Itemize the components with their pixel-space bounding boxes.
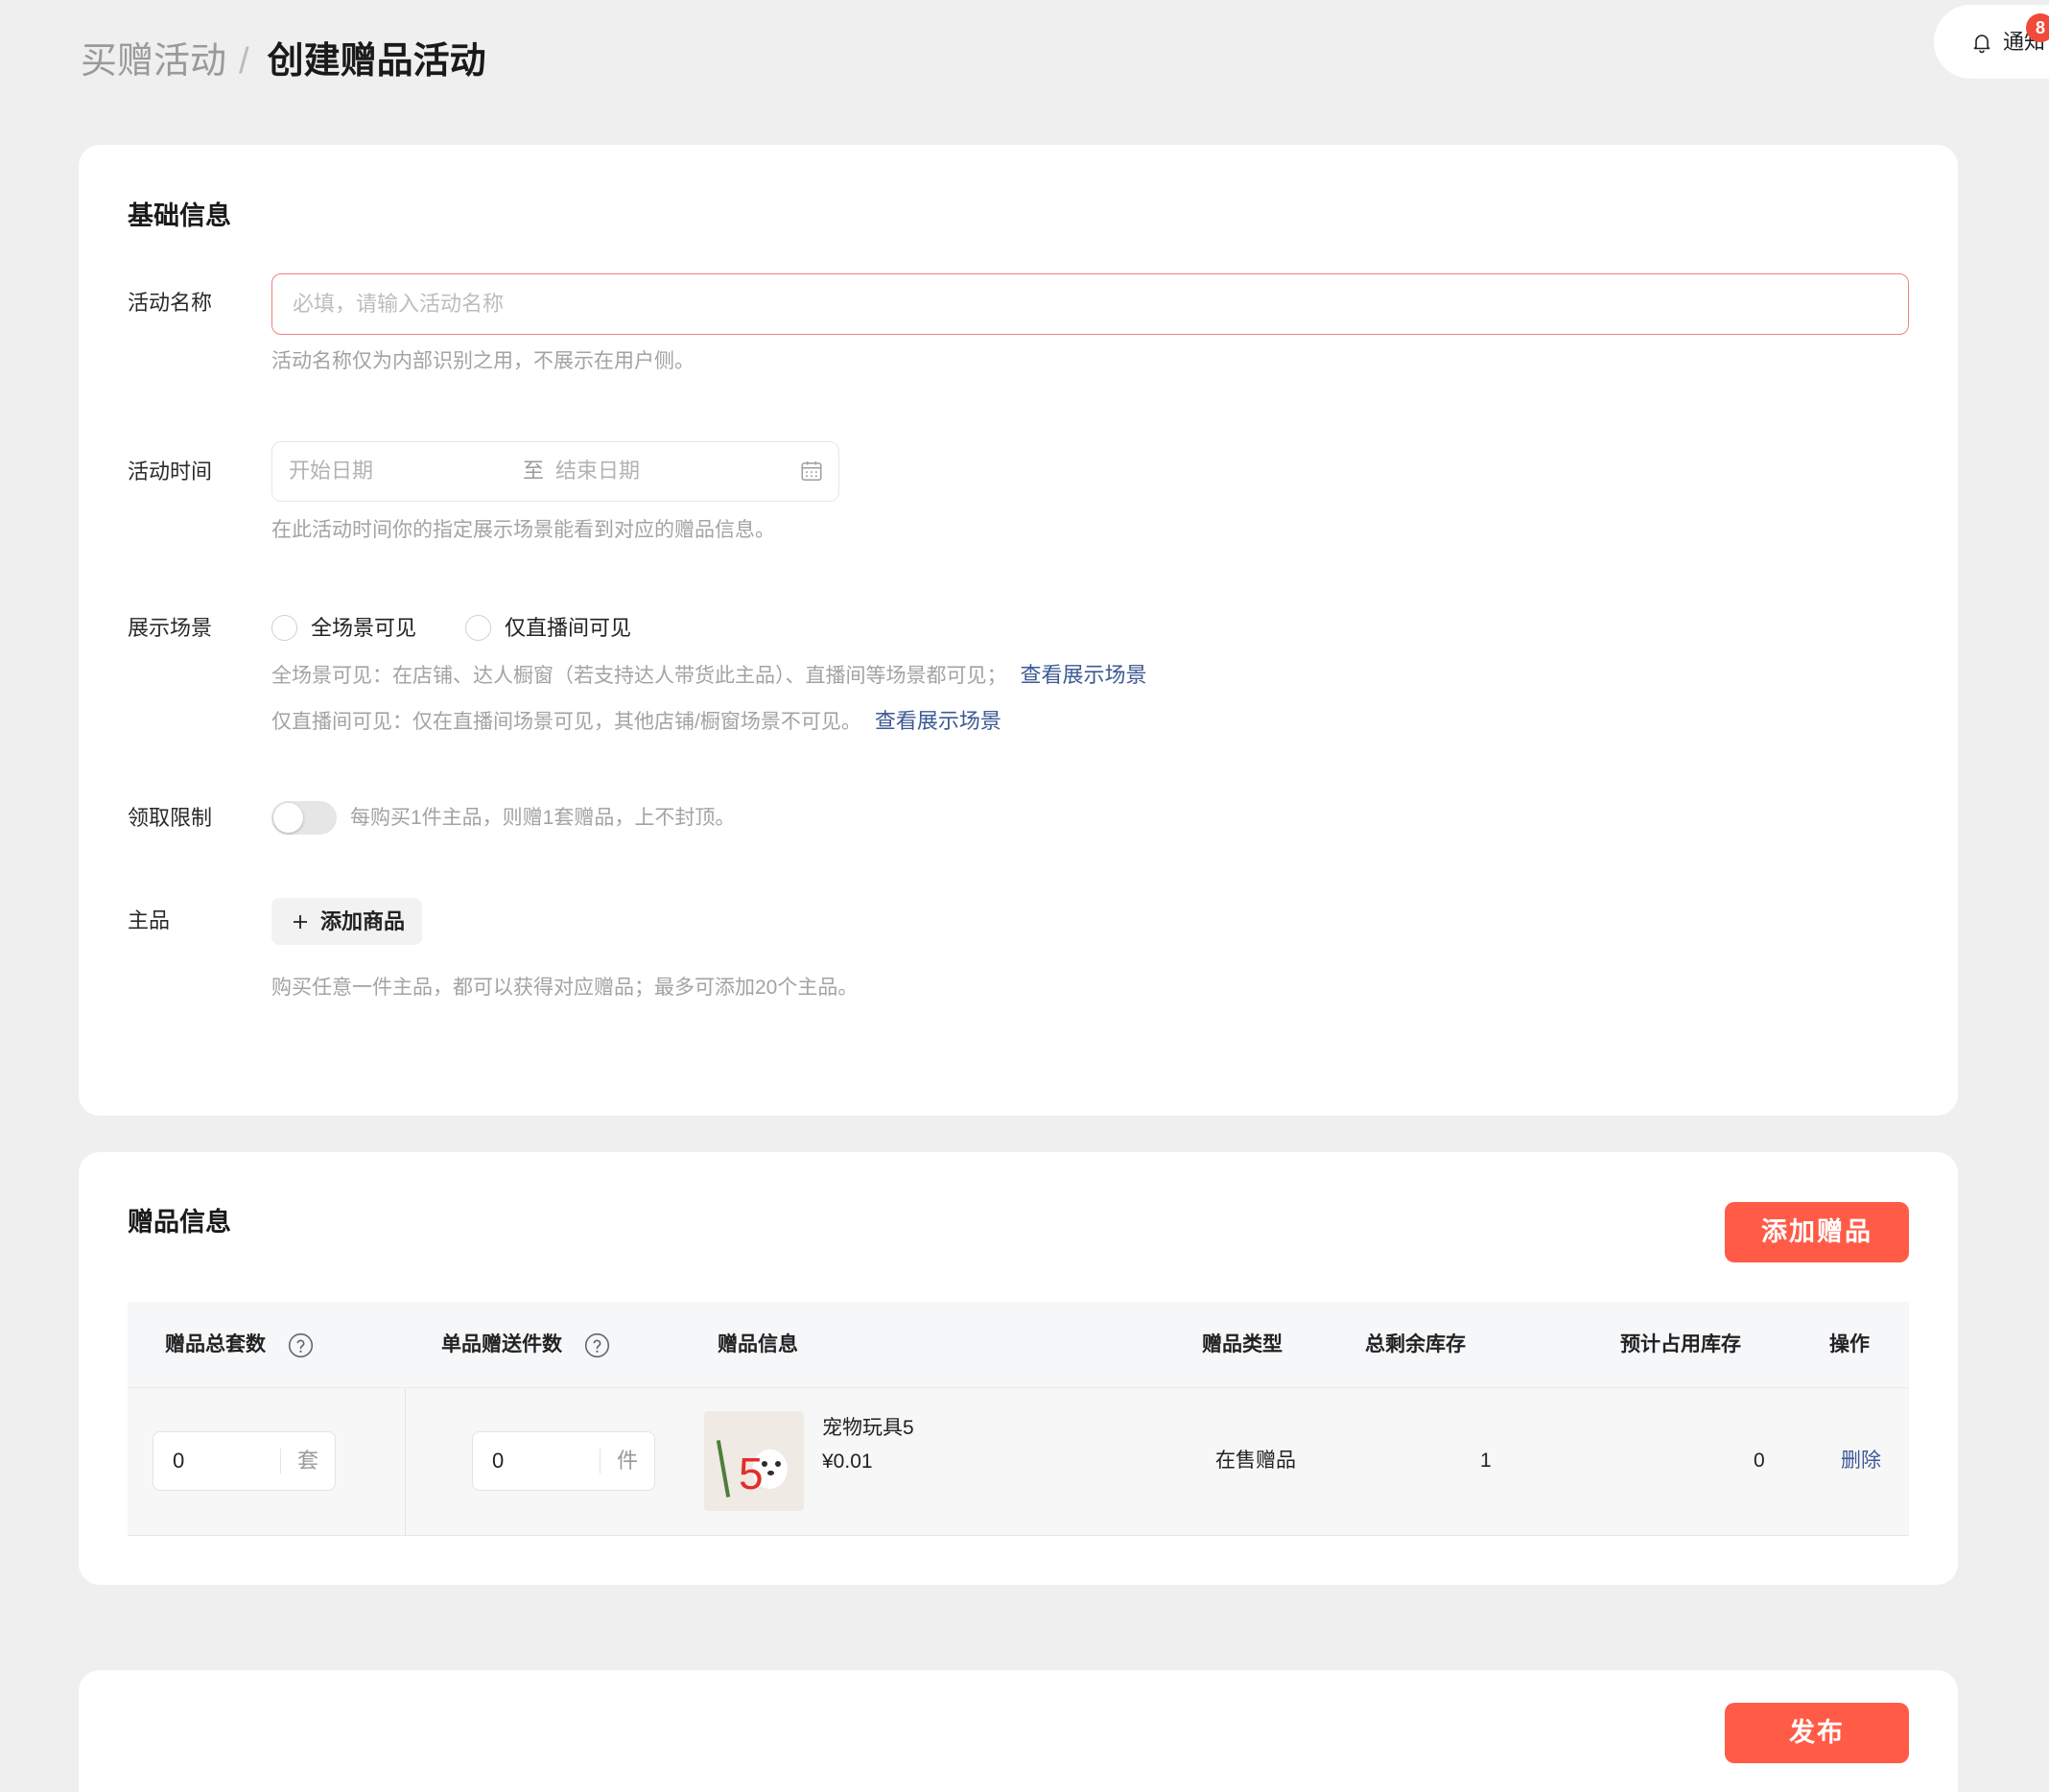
activity-time-help: 在此活动时间你的指定展示场景能看到对应的赠品信息。 <box>271 519 775 541</box>
per-item-count-unit: 件 <box>617 1449 639 1473</box>
input-divider <box>280 1449 281 1474</box>
column-divider <box>405 1388 406 1535</box>
column-header-remaining-stock: 总剩余库存 <box>1365 1333 1466 1356</box>
gift-type: 在售赠品 <box>1215 1450 1296 1472</box>
activity-time-label: 活动时间 <box>128 460 213 483</box>
thumbnail-detail <box>716 1440 731 1497</box>
radio-all-scenes[interactable] <box>271 615 297 641</box>
question-circle-icon[interactable] <box>288 1332 314 1358</box>
total-sets-value: 0 <box>173 1449 185 1473</box>
activity-name-help: 活动名称仅为内部识别之用，不展示在用户侧。 <box>271 350 695 372</box>
claim-limit-label: 领取限制 <box>128 806 213 830</box>
breadcrumb-separator: / <box>239 41 249 82</box>
view-scene-link[interactable]: 查看展示场景 <box>875 709 1001 733</box>
per-item-count-value: 0 <box>492 1449 505 1473</box>
table-header: 赠品总套数 单品赠送件数 赠品信息 赠品类型 总剩余库存 预计占用库存 操作 <box>128 1302 1909 1388</box>
add-gift-button[interactable]: 添加赠品 <box>1725 1202 1909 1262</box>
per-item-count-input[interactable]: 0 件 <box>472 1431 655 1491</box>
thumbnail-overlay-number: 5 <box>739 1449 764 1498</box>
scene-help-text: 全场景可见：在店铺、达人橱窗（若支持达人带货此主品）、直播间等场景都可见； <box>271 665 1007 687</box>
claim-limit-toggle[interactable] <box>271 801 337 835</box>
delete-gift-link[interactable]: 删除 <box>1841 1447 1881 1475</box>
gift-info-title: 赠品信息 <box>128 1208 231 1237</box>
add-product-button[interactable]: 添加商品 <box>271 898 422 945</box>
gift-name: 宠物玩具5 <box>822 1417 914 1439</box>
estimated-stock: 0 <box>1754 1450 1765 1472</box>
display-scene-label: 展示场景 <box>128 616 213 640</box>
input-divider <box>600 1449 601 1474</box>
question-circle-icon[interactable] <box>584 1332 610 1358</box>
scene-help-text: 仅直播间可见：仅在直播间场景可见，其他店铺/橱窗场景不可见。 <box>271 711 861 733</box>
page-title: 创建赠品活动 <box>267 41 486 82</box>
scene-help-line: 全场景可见：在店铺、达人橱窗（若支持达人带货此主品）、直播间等场景都可见； 查看展… <box>271 661 1147 691</box>
basic-info-card: 基础信息 活动名称 活动名称仅为内部识别之用，不展示在用户侧。 活动时间 开始日… <box>79 145 1958 1116</box>
view-scene-link[interactable]: 查看展示场景 <box>1021 663 1147 687</box>
thumbnail-detail <box>767 1471 774 1475</box>
publish-button[interactable]: 发布 <box>1725 1703 1909 1763</box>
end-date-input[interactable]: 结束日期 <box>555 442 640 500</box>
remaining-stock: 1 <box>1480 1450 1492 1472</box>
breadcrumb-parent-link[interactable]: 买赠活动 <box>81 41 226 82</box>
gift-table: 赠品总套数 单品赠送件数 赠品信息 赠品类型 总剩余库存 预计占用库存 操作 0 <box>128 1302 1909 1536</box>
column-header-gift-info: 赠品信息 <box>718 1333 798 1356</box>
notification-badge: 8 <box>2026 13 2049 42</box>
toggle-knob <box>273 803 303 833</box>
total-sets-unit: 套 <box>297 1449 319 1473</box>
activity-name-input[interactable] <box>271 273 1909 335</box>
column-header-total-sets: 赠品总套数 <box>165 1333 266 1356</box>
gift-info-card: 赠品信息 添加赠品 赠品总套数 单品赠送件数 赠品信息 赠品类型 总剩余库存 预… <box>79 1152 1958 1585</box>
radio-all-scenes-label[interactable]: 全场景可见 <box>311 614 416 643</box>
footer-bar: 发布 <box>79 1670 1958 1792</box>
plus-icon <box>294 915 307 929</box>
breadcrumb: 买赠活动 / 创建赠品活动 <box>81 36 486 86</box>
main-product-label: 主品 <box>128 908 171 932</box>
main-product-help: 购买任意一件主品，都可以获得对应赠品；最多可添加20个主品。 <box>271 977 859 999</box>
date-range-picker[interactable]: 开始日期 至 结束日期 <box>271 441 839 502</box>
notification-button[interactable]: 通知 8 <box>1934 5 2049 79</box>
gift-price: ¥0.01 <box>822 1450 873 1473</box>
thumbnail-detail <box>775 1461 781 1467</box>
claim-limit-description: 每购买1件主品，则赠1套赠品，上不封顶。 <box>350 807 736 829</box>
activity-name-label: 活动名称 <box>128 291 213 315</box>
column-header-estimated-stock: 预计占用库存 <box>1620 1333 1741 1356</box>
column-header-gift-type: 赠品类型 <box>1202 1333 1283 1356</box>
column-header-actions: 操作 <box>1829 1333 1870 1356</box>
add-product-label: 添加商品 <box>320 909 406 933</box>
total-sets-input[interactable]: 0 套 <box>153 1431 336 1491</box>
scene-help-line: 仅直播间可见：仅在直播间场景可见，其他店铺/橱窗场景不可见。 查看展示场景 <box>271 707 1001 737</box>
table-row: 0 套 0 件 5 宠物玩具5 ¥0.01 在售赠品 1 0 删除 <box>128 1388 1909 1536</box>
column-header-per-item-count: 单品赠送件数 <box>441 1333 562 1356</box>
date-range-separator: 至 <box>523 459 545 483</box>
radio-live-only[interactable] <box>465 615 491 641</box>
radio-live-only-label[interactable]: 仅直播间可见 <box>505 614 631 643</box>
start-date-input[interactable]: 开始日期 <box>289 442 373 500</box>
basic-info-title: 基础信息 <box>128 201 231 230</box>
gift-thumbnail: 5 <box>704 1411 804 1511</box>
calendar-icon <box>801 461 822 481</box>
bell-icon <box>1973 35 1990 54</box>
